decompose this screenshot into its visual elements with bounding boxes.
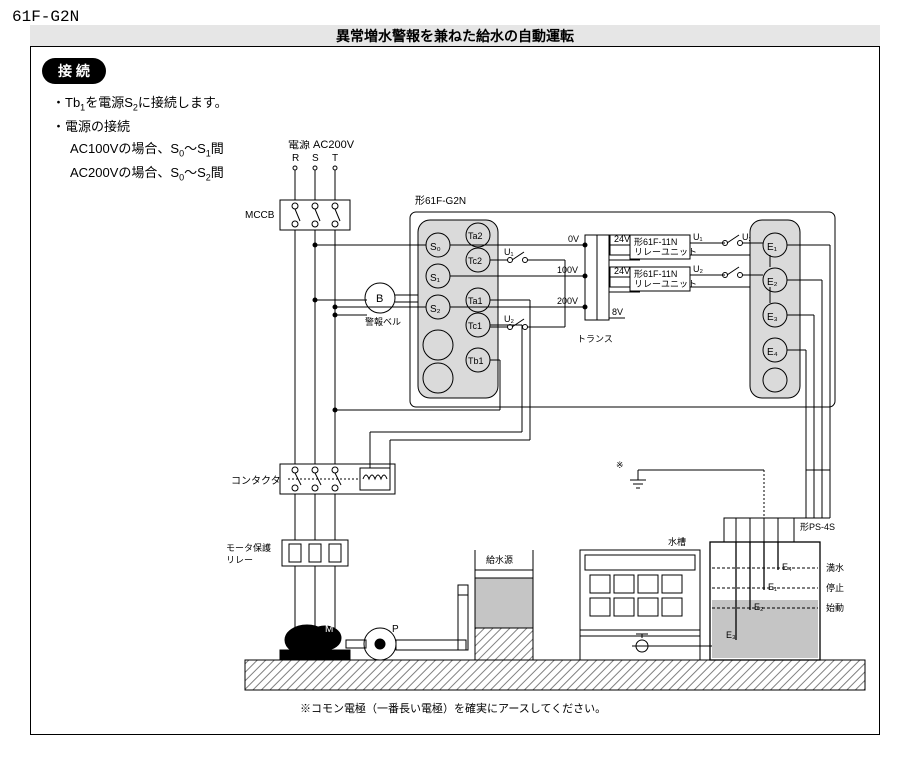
- valve-icon: [632, 634, 652, 652]
- instruction-line-1: ・Tb1を電源S2に接続します。: [52, 92, 228, 116]
- term-s0: S₀: [430, 242, 441, 253]
- term-tb1: Tb1: [468, 356, 484, 366]
- phase-t: T: [332, 153, 338, 164]
- level-stop: 停止: [826, 582, 844, 593]
- relay-b2: リレーユニット: [634, 279, 697, 289]
- tap-0v: 0V: [568, 234, 579, 244]
- title-bar: 異常増水警報を兼ねた給水の自動運転: [30, 25, 880, 47]
- relay-a2: リレーユニット: [634, 247, 697, 257]
- level-full: 満水: [826, 562, 844, 573]
- tap-200v: 200V: [557, 296, 578, 306]
- bell-label: 警報ベル: [365, 316, 401, 327]
- elec-e1: E₁: [768, 582, 777, 592]
- supply-source-label: 給水源: [486, 554, 513, 565]
- level-start: 始動: [826, 602, 844, 613]
- phase-r: R: [292, 153, 299, 164]
- term-tc1: Tc1: [468, 321, 482, 331]
- pump-p: P: [392, 624, 399, 635]
- term-e1: E₁: [767, 242, 778, 253]
- u1-label: U₁: [504, 247, 514, 257]
- instruction-line-2: ・電源の接続: [52, 116, 228, 138]
- tap-100v: 100V: [557, 265, 578, 275]
- term-ta1: Ta1: [468, 296, 483, 306]
- ps4s-label: 形PS-4S: [800, 521, 835, 532]
- relay-u2: U₂: [693, 264, 703, 274]
- main-unit-label: 形61F-G2N: [415, 195, 466, 207]
- term-ta2: Ta2: [468, 231, 483, 241]
- transformer-label: トランス: [577, 334, 613, 344]
- term-s1: S₁: [430, 273, 441, 284]
- power-label: 電源 AC200V: [288, 140, 355, 151]
- motor-protect-a: モータ保護: [226, 542, 271, 553]
- circuit-diagram: 電源 AC200V R S T MCCB B 警報ベル: [30, 140, 880, 730]
- relay-a1: 形61F-11N: [634, 236, 677, 247]
- sec-8v: 8V: [612, 307, 623, 317]
- term-s2: S₂: [430, 304, 441, 315]
- motor-protect-b: リレー: [226, 555, 253, 565]
- u2-label: U₂: [504, 314, 514, 324]
- motor-icon: [280, 625, 350, 660]
- elec-e4: E₄: [782, 562, 792, 572]
- elec-e3: E₃: [726, 630, 736, 640]
- relay-b1: 形61F-11N: [634, 268, 677, 279]
- elec-e2: E₂: [754, 602, 764, 612]
- term-e4: E₄: [767, 347, 778, 358]
- model-id: 61F-G2N: [12, 8, 79, 26]
- ground-note: ※コモン電極（一番長い電極）を確実にアースしてください。: [300, 701, 606, 715]
- term-tc2: Tc2: [468, 256, 482, 266]
- section-label: 接 続: [42, 58, 106, 84]
- term-e3: E₃: [767, 312, 778, 323]
- bell-b: B: [376, 293, 383, 305]
- motor-m: M: [325, 624, 333, 635]
- relay-u1: U₁: [693, 232, 703, 242]
- ground-icon: [630, 470, 646, 488]
- mccb-label: MCCB: [245, 210, 275, 221]
- contactor-label: コンタクタ: [231, 475, 281, 487]
- term-e2: E₂: [767, 277, 778, 288]
- tank-label: 水槽: [668, 536, 686, 547]
- phase-s: S: [312, 153, 319, 164]
- svg-text:※: ※: [616, 460, 624, 470]
